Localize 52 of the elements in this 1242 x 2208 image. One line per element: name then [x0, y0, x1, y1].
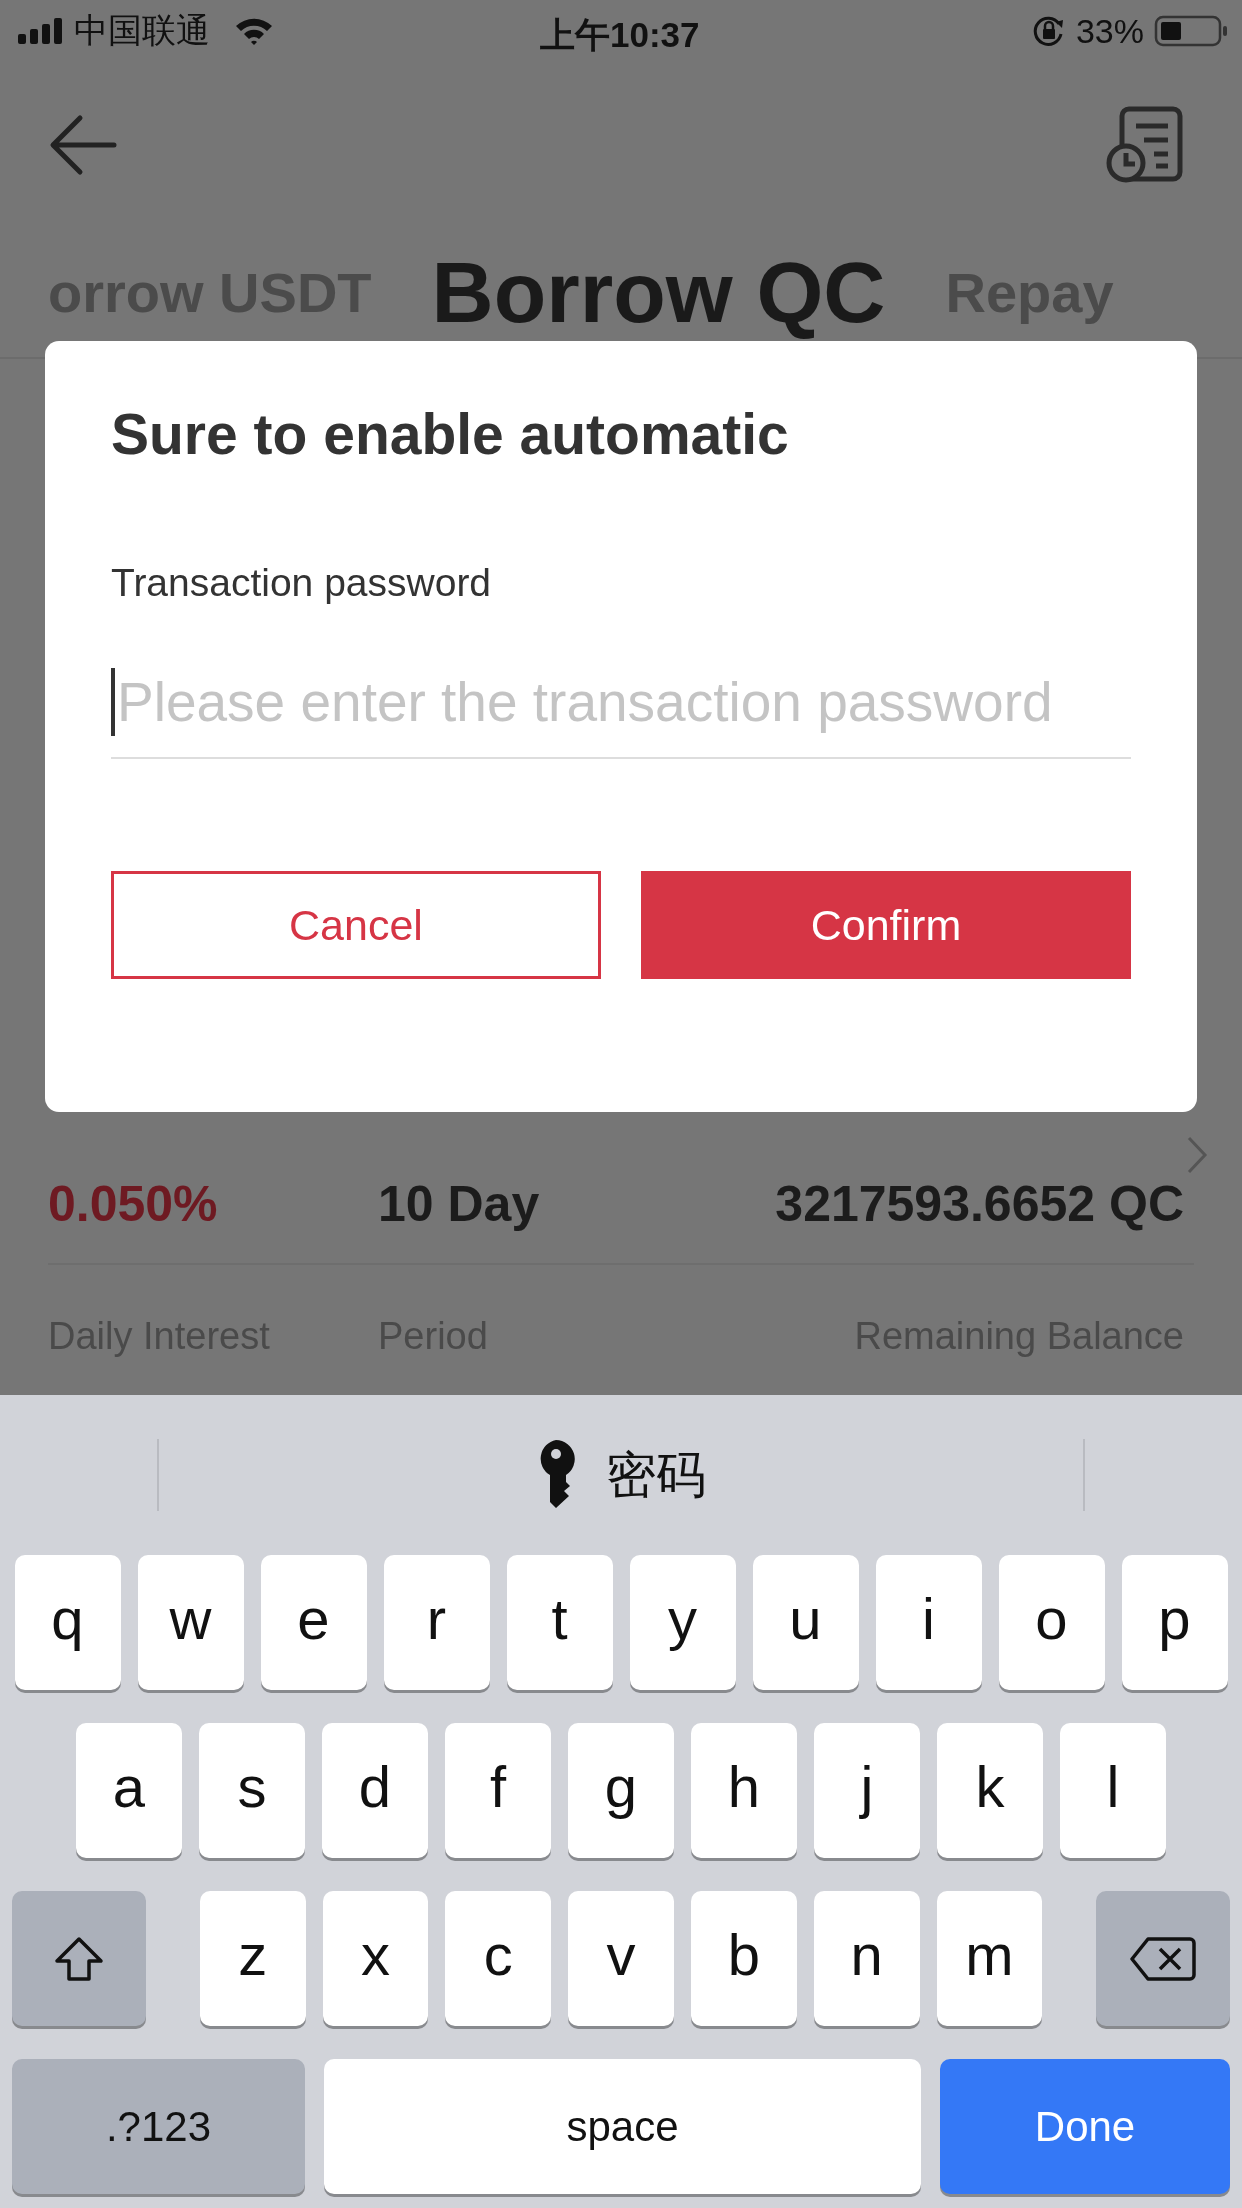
numbers-key[interactable]: .?123: [12, 2059, 305, 2194]
key[interactable]: m: [936, 1891, 1043, 2026]
key[interactable]: r: [383, 1555, 490, 1690]
key[interactable]: s: [199, 1723, 305, 1858]
key[interactable]: w: [137, 1555, 244, 1690]
key[interactable]: z: [199, 1891, 306, 2026]
rotation-lock-icon: [1031, 14, 1066, 48]
backspace-icon: [1130, 1935, 1197, 1982]
key[interactable]: h: [691, 1723, 797, 1858]
password-field[interactable]: Please enter the transaction password: [117, 670, 1127, 734]
key[interactable]: l: [1060, 1723, 1166, 1858]
key[interactable]: q: [14, 1555, 121, 1690]
key[interactable]: x: [322, 1891, 429, 2026]
record-value: 10 Day: [378, 1175, 541, 1233]
key[interactable]: k: [937, 1723, 1043, 1858]
password-suggestion[interactable]: 密码: [606, 1441, 706, 1509]
done-key[interactable]: Done: [940, 2059, 1230, 2194]
carrier-name: 中国联通: [74, 10, 210, 51]
key[interactable]: e: [260, 1555, 367, 1690]
key[interactable]: v: [568, 1891, 674, 2026]
key[interactable]: d: [322, 1723, 428, 1858]
shift-icon: [53, 1935, 104, 1982]
delete-key[interactable]: [1096, 1891, 1231, 2026]
battery-percent: 33%: [1075, 11, 1144, 51]
battery-icon: [1154, 14, 1228, 48]
key[interactable]: j: [814, 1723, 920, 1858]
key[interactable]: i: [875, 1555, 982, 1690]
key[interactable]: c: [445, 1891, 552, 2026]
key[interactable]: o: [998, 1555, 1105, 1690]
back-arrow-icon[interactable]: [48, 113, 118, 176]
cancel-button[interactable]: Cancel: [111, 871, 601, 979]
signal-icon: [18, 18, 64, 44]
field-label: Transaction password: [111, 561, 493, 605]
key[interactable]: a: [76, 1723, 182, 1858]
key[interactable]: p: [1121, 1555, 1228, 1690]
dialog-title: Sure to enable automatic: [111, 401, 790, 468]
key[interactable]: u: [752, 1555, 859, 1690]
clock-time: 上午10:37: [540, 14, 700, 56]
records-icon[interactable]: [1106, 105, 1184, 184]
record-value: 3217593.6652 QC: [774, 1175, 1185, 1233]
key[interactable]: f: [445, 1723, 551, 1858]
space-key[interactable]: space: [324, 2059, 921, 2194]
shift-key[interactable]: [12, 1891, 146, 2026]
wifi-icon: [234, 16, 274, 46]
key[interactable]: g: [568, 1723, 674, 1858]
key[interactable]: b: [690, 1891, 797, 2026]
tab[interactable]: Borrow QC: [431, 242, 886, 342]
confirm-button[interactable]: Confirm: [641, 871, 1131, 979]
interest-rate: 0.050%: [48, 1175, 219, 1233]
key[interactable]: t: [506, 1555, 613, 1690]
key[interactable]: y: [629, 1555, 736, 1690]
key[interactable]: n: [813, 1891, 920, 2026]
